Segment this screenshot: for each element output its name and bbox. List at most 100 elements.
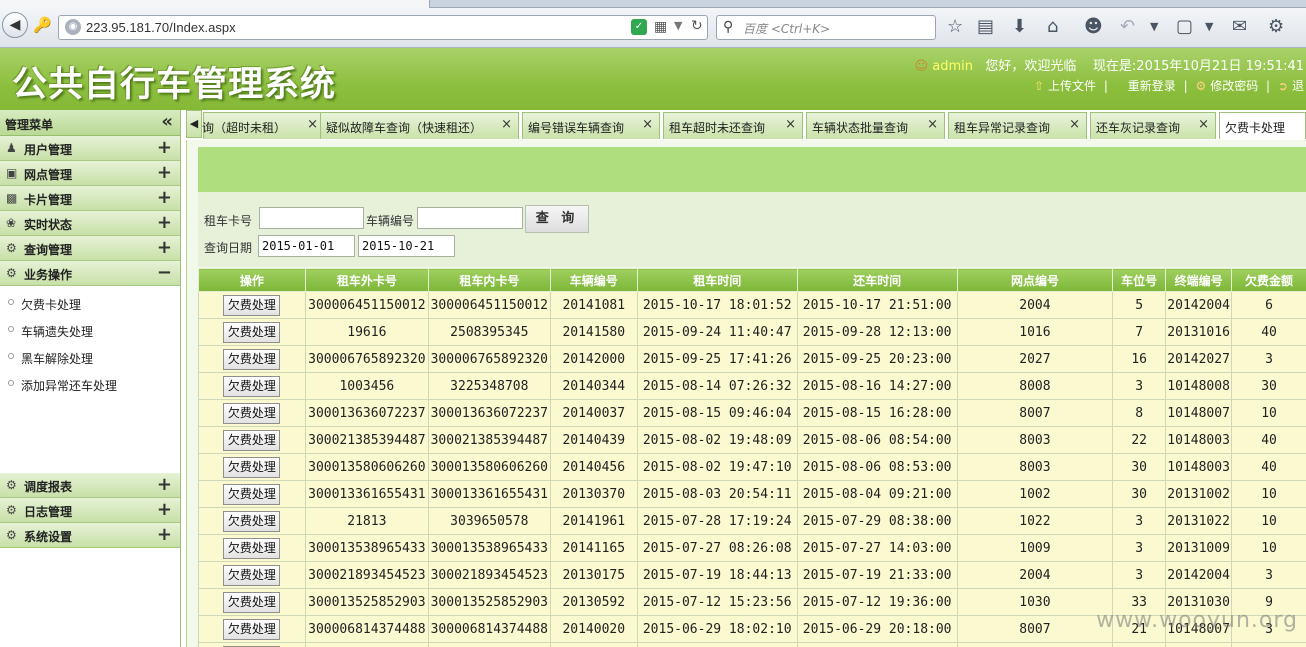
table-cell: 2004 xyxy=(956,561,1114,589)
password-icon: ⚙ xyxy=(1195,79,1207,93)
arrears-process-button[interactable]: 欠费处理 xyxy=(223,456,281,478)
back-button[interactable]: ◀ xyxy=(2,12,28,38)
url-bar[interactable]: ◉ 223.95.181.70/Index.aspx ✓ ▦ ▼ ↻ xyxy=(58,15,708,40)
tab-number-error[interactable]: 编号错误车辆查询 × xyxy=(522,112,660,139)
change-password-link[interactable]: 修改密码 xyxy=(1210,79,1258,93)
expand-icon[interactable]: + xyxy=(157,237,172,258)
expand-icon[interactable]: + xyxy=(157,474,172,495)
expand-icon[interactable]: + xyxy=(157,162,172,183)
close-icon[interactable]: × xyxy=(1069,117,1080,132)
search-box[interactable]: ⚲ 百度 <Ctrl+K> xyxy=(716,15,936,40)
table-row: 欠费处理 21813 3039650578 20141961 2015-07-28 17… xyxy=(198,507,1306,535)
collapse-menu-icon[interactable]: − xyxy=(157,262,172,283)
comment-icon[interactable]: ✉ xyxy=(1232,16,1247,38)
menu-system-settings[interactable]: ⚙ 系统设置 + xyxy=(0,523,180,548)
tab-timeout-unrented[interactable]: 询（超时未租） × xyxy=(202,112,325,139)
arrears-process-button[interactable]: 欠费处理 xyxy=(223,564,281,586)
submenu-label[interactable]: 车辆遗失处理 xyxy=(21,323,93,340)
username: admin xyxy=(932,59,973,74)
qr-code-icon[interactable]: ▦ xyxy=(654,19,667,35)
close-icon[interactable]: × xyxy=(927,117,938,132)
bookmark-star-icon[interactable]: ☆ xyxy=(947,16,963,38)
close-icon[interactable]: × xyxy=(642,117,653,132)
arrears-process-button[interactable]: 欠费处理 xyxy=(223,510,281,532)
logout-link[interactable]: 退 xyxy=(1292,79,1304,93)
table-cell: 20140037 xyxy=(549,399,638,427)
menu-realtime-status[interactable]: ❀ 实时状态 + xyxy=(0,211,180,236)
clipboard-icon[interactable]: ▤ xyxy=(977,16,994,38)
menu-card-management[interactable]: ▩ 卡片管理 + xyxy=(0,186,180,211)
undo-dropdown-icon[interactable]: ▼ xyxy=(1150,16,1158,38)
url-text[interactable]: 223.95.181.70/Index.aspx xyxy=(86,20,236,35)
menu-station-management[interactable]: ▣ 网点管理 + xyxy=(0,161,180,186)
home-icon[interactable]: ⌂ xyxy=(1047,16,1058,38)
tab-rental-overdue[interactable]: 租车超时未还查询 × xyxy=(663,112,803,139)
tab-bike-status-batch[interactable]: 车辆状态批量查询 × xyxy=(806,112,945,139)
table-cell: 3 xyxy=(1112,507,1167,535)
shield-icon[interactable]: ✓ xyxy=(631,19,647,35)
arrears-process-button[interactable]: 欠费处理 xyxy=(223,537,281,559)
tab-scroll-left-icon[interactable]: ◀ xyxy=(186,110,202,138)
close-icon[interactable]: × xyxy=(501,117,512,132)
close-icon[interactable]: × xyxy=(785,117,796,132)
download-icon[interactable]: ⬇ xyxy=(1012,16,1027,38)
expand-icon[interactable]: + xyxy=(157,524,172,545)
bike-number-input[interactable] xyxy=(417,207,523,229)
menu-business-operations[interactable]: ⚙ 业务操作 − xyxy=(0,261,180,286)
card-number-input[interactable] xyxy=(259,207,364,229)
close-icon[interactable]: × xyxy=(1198,117,1209,132)
table-cell: 40 xyxy=(1231,318,1306,346)
submenu-lost-bike[interactable]: 车辆遗失处理 xyxy=(0,317,180,344)
chat-icon[interactable]: ☻ xyxy=(1084,16,1103,38)
tab-suspected-fault[interactable]: 疑似故障车查询（快速租还） × xyxy=(320,112,519,139)
expand-icon[interactable]: + xyxy=(157,499,172,520)
search-placeholder[interactable]: 百度 <Ctrl+K> xyxy=(743,20,830,37)
tab-arrears-card[interactable]: 欠费卡处理 xyxy=(1219,112,1306,139)
undo-icon[interactable]: ↶ xyxy=(1120,16,1135,38)
submenu-label[interactable]: 添加异常还车处理 xyxy=(21,377,117,394)
arrears-process-button[interactable]: 欠费处理 xyxy=(223,591,281,613)
relogin-link[interactable]: 重新登录 xyxy=(1128,79,1176,93)
tab-rental-abnormal[interactable]: 租车异常记录查询 × xyxy=(948,112,1087,139)
menu-user-management[interactable]: ♟ 用户管理 + xyxy=(0,136,180,161)
table-cell: 2015-08-03 20:54:11 xyxy=(636,480,798,508)
submenu-label[interactable]: 欠费卡处理 xyxy=(21,296,81,313)
crop-dropdown-icon[interactable]: ▼ xyxy=(1205,16,1213,38)
submenu-label[interactable]: 黑车解除处理 xyxy=(21,350,93,367)
arrears-process-button[interactable]: 欠费处理 xyxy=(223,294,281,316)
crop-icon[interactable]: ▢ xyxy=(1176,16,1193,38)
table-row: 欠费处理 300021385394487 300021385394487 201404… xyxy=(198,426,1306,454)
arrears-process-button[interactable]: 欠费处理 xyxy=(223,348,281,370)
upload-link[interactable]: 上传文件 xyxy=(1048,79,1096,93)
menu-log-management[interactable]: ⚙ 日志管理 + xyxy=(0,498,180,523)
submenu-add-abnormal-return[interactable]: 添加异常还车处理 xyxy=(0,371,180,398)
collapse-icon[interactable]: « xyxy=(161,111,173,132)
menu-dispatch-reports[interactable]: ⚙ 调度报表 + xyxy=(0,473,180,498)
date-to-input[interactable] xyxy=(358,235,455,257)
close-icon[interactable]: × xyxy=(307,117,318,132)
table-cell: 300021893454523 xyxy=(304,561,429,589)
page-banner xyxy=(198,147,1306,192)
dropdown-arrow-icon[interactable]: ▼ xyxy=(674,19,682,32)
extension-icon[interactable]: ⚙ xyxy=(1268,16,1284,38)
browser-tab[interactable] xyxy=(0,0,430,8)
arrears-process-button[interactable]: 欠费处理 xyxy=(223,321,281,343)
arrears-process-button[interactable]: 欠费处理 xyxy=(223,483,281,505)
expand-icon[interactable]: + xyxy=(157,212,172,233)
key-icon[interactable]: 🔑 xyxy=(33,16,52,34)
table-cell: 8 xyxy=(1112,399,1167,427)
expand-icon[interactable]: + xyxy=(157,187,172,208)
reload-icon[interactable]: ↻ xyxy=(691,18,703,34)
arrears-process-button[interactable]: 欠费处理 xyxy=(223,429,281,451)
date-from-input[interactable] xyxy=(258,235,355,257)
query-button[interactable]: 查 询 xyxy=(525,205,589,233)
arrears-process-button[interactable]: 欠费处理 xyxy=(223,375,281,397)
expand-icon[interactable]: + xyxy=(157,137,172,158)
tab-return-gray[interactable]: 还车灰记录查询 × xyxy=(1090,112,1216,139)
menu-query-management[interactable]: ⚙ 查询管理 + xyxy=(0,236,180,261)
submenu-blacklist-release[interactable]: 黑车解除处理 xyxy=(0,344,180,371)
arrears-process-button[interactable]: 欠费处理 xyxy=(223,618,281,640)
arrears-process-button[interactable]: 欠费处理 xyxy=(223,402,281,424)
table-cell: 2015-07-29 08:38:00 xyxy=(796,507,958,535)
submenu-arrears-card[interactable]: 欠费卡处理 xyxy=(0,290,180,317)
